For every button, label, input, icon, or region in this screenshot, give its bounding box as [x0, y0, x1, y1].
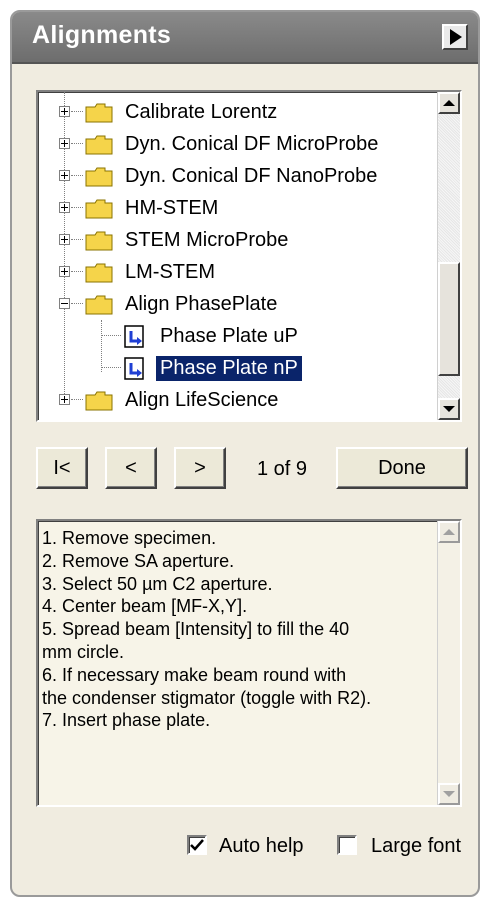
done-button[interactable]: Done [336, 447, 468, 489]
first-step-label: I< [53, 456, 71, 479]
tree-item-label: Calibrate Lorentz [125, 101, 278, 123]
first-step-button[interactable]: I< [36, 447, 88, 489]
arrow-down-icon [443, 406, 455, 412]
folder-icon [85, 263, 113, 283]
play-arrow-icon [450, 29, 462, 45]
previous-step-button[interactable]: < [105, 447, 157, 489]
collapse-button[interactable] [442, 24, 468, 50]
next-step-label: > [194, 456, 206, 479]
tree-item-phase-plate-np[interactable]: Phase Plate nP [38, 352, 433, 384]
folder-icon [85, 231, 113, 251]
tree-item-label: Align LifeScience [125, 389, 279, 411]
help-line: 7. Insert phase plate. [42, 710, 211, 731]
tree-scrollbar[interactable] [437, 92, 460, 420]
help-line: 4. Center beam [MF-X,Y]. [42, 596, 248, 617]
tree-item-label: HM-STEM [125, 197, 219, 219]
scroll-up-button[interactable] [438, 92, 460, 114]
expand-plus-icon[interactable] [59, 106, 70, 117]
tree-item-label: Align PhasePlate [125, 293, 278, 315]
expand-plus-icon[interactable] [59, 394, 70, 405]
auto-help-label: Auto help [219, 835, 304, 857]
help-line: 5. Spread beam [Intensity] to fill the 4… [42, 619, 350, 640]
tree-item-dyn-conical-df-microprobe[interactable]: Dyn. Conical DF MicroProbe [38, 128, 433, 160]
tree-item-stem-microprobe[interactable]: STEM MicroProbe [38, 224, 433, 256]
procedure-document-icon [124, 325, 144, 348]
help-scrollbar[interactable] [437, 521, 460, 805]
tree-item-label: Phase Plate uP [160, 325, 298, 347]
help-scroll-down-button[interactable] [438, 783, 460, 805]
tree-item-phase-plate-up[interactable]: Phase Plate uP [38, 320, 433, 352]
help-scroll-up-button[interactable] [438, 521, 460, 543]
help-line: 6. If necessary make beam round with [42, 664, 347, 685]
tree-item-lm-stem[interactable]: LM-STEM [38, 256, 433, 288]
help-text-box[interactable]: 1. Remove specimen. 2. Remove SA apertur… [36, 519, 462, 807]
arrow-up-icon [443, 100, 455, 106]
scroll-thumb[interactable] [438, 262, 460, 376]
help-line: 3. Select 50 µm C2 aperture. [42, 573, 273, 594]
help-line: the condenser stigmator (toggle with R2)… [42, 687, 372, 708]
tree-item-label: LM-STEM [125, 261, 215, 283]
help-line: 2. Remove SA aperture. [42, 550, 235, 571]
done-button-label: Done [378, 456, 426, 479]
large-font-checkbox[interactable] [337, 835, 357, 855]
tree-item-align-lifescience[interactable]: Align LifeScience [38, 384, 433, 416]
help-instructions: 1. Remove specimen. 2. Remove SA apertur… [42, 527, 434, 732]
alignments-panel: Alignments Calibrate Lorentz Dyn. Conica… [10, 10, 480, 897]
step-counter: 1 of 9 [257, 458, 308, 480]
checkmark-icon [190, 839, 204, 851]
title-bar: Alignments [12, 12, 478, 64]
arrow-down-icon [443, 791, 455, 797]
tree-item-hm-stem[interactable]: HM-STEM [38, 192, 433, 224]
alignment-tree[interactable]: Calibrate Lorentz Dyn. Conical DF MicroP… [36, 90, 462, 422]
folder-icon [85, 391, 113, 411]
folder-icon [85, 135, 113, 155]
auto-help-checkbox[interactable] [187, 835, 207, 855]
large-font-label: Large font [371, 835, 462, 857]
tree-item-align-phaseplate[interactable]: Align PhasePlate [38, 288, 433, 320]
procedure-document-icon [124, 357, 144, 380]
tree-item-label-selected: Phase Plate nP [155, 355, 303, 382]
collapse-minus-icon[interactable] [59, 298, 70, 309]
expand-plus-icon[interactable] [59, 170, 70, 181]
tree-item-dyn-conical-df-nanoprobe[interactable]: Dyn. Conical DF NanoProbe [38, 160, 433, 192]
tree-item-calibrate-lorentz[interactable]: Calibrate Lorentz [38, 96, 433, 128]
tree-item-label: Dyn. Conical DF NanoProbe [125, 165, 378, 187]
tree-item-label: STEM MicroProbe [125, 229, 289, 251]
previous-step-label: < [125, 456, 137, 479]
folder-icon [85, 199, 113, 219]
scroll-down-button[interactable] [438, 398, 460, 420]
panel-title: Alignments [32, 21, 172, 49]
help-line: mm circle. [42, 641, 124, 662]
next-step-button[interactable]: > [174, 447, 226, 489]
expand-plus-icon[interactable] [59, 138, 70, 149]
tree-item-label: Dyn. Conical DF MicroProbe [125, 133, 379, 155]
folder-icon [85, 103, 113, 123]
open-folder-icon [85, 295, 113, 315]
expand-plus-icon[interactable] [59, 202, 70, 213]
expand-plus-icon[interactable] [59, 234, 70, 245]
expand-plus-icon[interactable] [59, 266, 70, 277]
folder-icon [85, 167, 113, 187]
arrow-up-icon [443, 529, 455, 535]
help-line: 1. Remove specimen. [42, 528, 217, 548]
